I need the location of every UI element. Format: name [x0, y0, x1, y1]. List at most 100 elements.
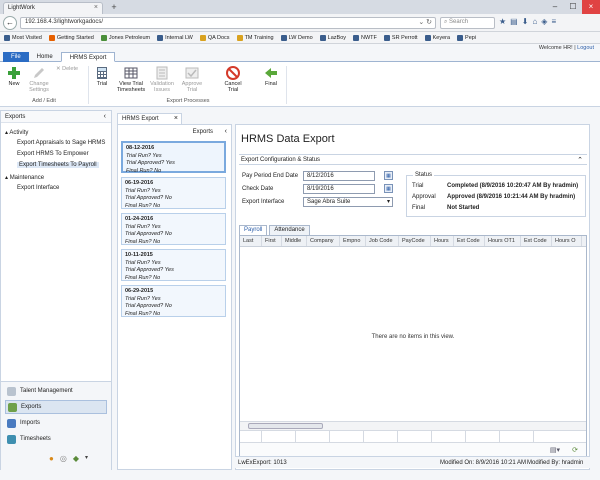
home-icon[interactable]: ⌂: [532, 17, 537, 26]
column-header[interactable]: PayCode: [399, 236, 431, 246]
pocket-icon[interactable]: ◈: [541, 17, 547, 26]
close-document-icon[interactable]: ×: [174, 115, 178, 122]
column-header[interactable]: Company: [307, 236, 340, 246]
tree-maintenance-label: Maintenance: [9, 175, 45, 181]
change-settings-button[interactable]: Change Settings: [26, 66, 52, 93]
column-header[interactable]: Last: [240, 236, 262, 246]
delete-button[interactable]: ✕ Delete: [56, 66, 86, 72]
nav-imports[interactable]: Imports: [5, 416, 107, 430]
column-header[interactable]: Hours O: [552, 236, 582, 246]
trial-button[interactable]: Trial: [92, 66, 112, 87]
browser-nav-bar: ← 192.168.4.3/lightworkgadocs/ ⌄ ↻ ⌕ Sea…: [0, 14, 600, 32]
document-tab-hrms-export[interactable]: HRMS Export ×: [117, 113, 182, 124]
tab-payroll[interactable]: Payroll: [239, 225, 268, 235]
talent-icon: [7, 386, 16, 396]
bookmark-item[interactable]: Pepi: [457, 34, 476, 41]
bookmark-star-icon[interactable]: ★: [499, 17, 506, 26]
group-add-edit: Add / Edit: [32, 98, 56, 104]
tab-file[interactable]: File: [3, 52, 29, 62]
downloads-icon[interactable]: ⬇: [522, 17, 529, 26]
window-close-icon[interactable]: ×: [582, 0, 600, 14]
chevron-up-icon[interactable]: ⌃: [577, 156, 583, 164]
bookmark-label: LW Demo: [288, 34, 313, 41]
calendar-icon[interactable]: ▦: [384, 171, 393, 180]
export-card[interactable]: 06-29-2015 Trial Run? Yes Trial Approved? …: [121, 285, 226, 317]
search-input[interactable]: ⌕ Search: [440, 17, 495, 29]
bookmark-item[interactable]: TM Training: [236, 34, 274, 41]
new-tab-button[interactable]: +: [108, 2, 120, 13]
scrollbar-thumb[interactable]: [248, 423, 323, 429]
bookmark-item[interactable]: QA Docs: [199, 34, 230, 41]
status-box: Status Trial Completed (8/9/2016 10:20:4…: [406, 172, 586, 217]
new-button[interactable]: New: [4, 66, 24, 87]
tab-home[interactable]: Home: [29, 52, 61, 62]
approve-trial-button[interactable]: Approve Trial: [178, 66, 206, 93]
export-card[interactable]: 06-19-2016 Trial Run? Yes Trial Approved? …: [121, 177, 226, 209]
column-header[interactable]: Ext Code: [521, 236, 552, 246]
tab-hrms-export[interactable]: HRMS Export: [60, 52, 116, 62]
bookmark-item[interactable]: NWTF: [353, 34, 377, 41]
export-card[interactable]: 08-12-2016 Trial Run? Yes Trial Approved? …: [121, 141, 226, 174]
cancel-trial-button[interactable]: Cancel Trial: [220, 66, 246, 93]
bookmark-item[interactable]: Most Visited: [4, 34, 42, 41]
nav-timesheets[interactable]: Timesheets: [5, 432, 107, 446]
column-header[interactable]: First: [262, 236, 282, 246]
calendar-icon[interactable]: ▦: [384, 184, 393, 193]
url-bar[interactable]: 192.168.4.3/lightworkgadocs/ ⌄ ↻: [20, 17, 436, 29]
maximize-icon[interactable]: ☐: [564, 0, 582, 14]
export-card[interactable]: 10-11-2015 Trial Run? Yes Trial Approved? …: [121, 249, 226, 281]
final-button[interactable]: Final: [260, 66, 282, 87]
reading-list-icon[interactable]: ▤: [510, 17, 518, 26]
bookmark-item[interactable]: SR Perrott: [383, 34, 418, 41]
collapse-list-icon[interactable]: ‹: [225, 128, 227, 135]
nav-label: Talent Management: [20, 388, 73, 394]
logout-link[interactable]: Logout: [577, 45, 594, 51]
column-header[interactable]: Job Code: [366, 236, 399, 246]
close-tab-icon[interactable]: ×: [94, 4, 98, 11]
menu-icon[interactable]: ≡: [551, 17, 556, 26]
column-header[interactable]: Hours: [431, 236, 454, 246]
bookmark-item[interactable]: Internal LW: [157, 34, 193, 41]
column-header[interactable]: Empno: [340, 236, 366, 246]
column-header[interactable]: Hours OT1: [485, 236, 521, 246]
minimize-icon[interactable]: –: [546, 0, 564, 14]
browser-tab[interactable]: LightWork ×: [3, 2, 103, 14]
view-trial-timesheets-button[interactable]: View Trial Timesheets: [116, 66, 146, 93]
check-date-field[interactable]: 8/19/2016: [303, 184, 375, 194]
export-card[interactable]: 01-24-2016 Trial Run? Yes Trial Approved? …: [121, 213, 226, 245]
tree-activity[interactable]: ▴ Activity: [5, 129, 28, 136]
bookmark-item[interactable]: LW Demo: [280, 34, 313, 41]
column-header[interactable]: Ext Code: [454, 236, 485, 246]
export-grid-icon[interactable]: ▤▾: [550, 446, 560, 454]
more-chevron-icon[interactable]: ▾: [85, 454, 88, 463]
horizontal-scrollbar[interactable]: [240, 421, 586, 430]
empty-grid-message: There are no items in this view.: [371, 334, 455, 340]
column-header[interactable]: Middle: [282, 236, 307, 246]
final-label: Final: [265, 81, 277, 87]
arrows-icon[interactable]: ◆: [73, 454, 79, 463]
config-section-header[interactable]: Export Configuration & Status ⌃: [239, 154, 587, 165]
tree-maintenance[interactable]: ▴ Maintenance: [5, 174, 44, 181]
nav-talent-management[interactable]: Talent Management: [5, 384, 107, 398]
tree-item-export-appraisals[interactable]: Export Appraisals to Sage HRMS: [17, 140, 105, 146]
exports-icon: [8, 402, 17, 412]
validation-issues-button[interactable]: Validation Issues: [148, 66, 176, 93]
tab-attendance[interactable]: Attendance: [269, 225, 310, 235]
nav-exports[interactable]: Exports: [5, 400, 107, 414]
tree-item-export-hrms-empower[interactable]: Export HRMS To Empower: [17, 151, 89, 157]
refresh-icon[interactable]: ⟳: [572, 446, 578, 454]
bookmark-item[interactable]: LazBoy: [319, 34, 346, 41]
bookmark-item[interactable]: Jones Petroleum: [100, 34, 150, 41]
people-icon[interactable]: ●: [49, 454, 54, 463]
bookmark-item[interactable]: Keyera: [424, 34, 450, 41]
reload-icon[interactable]: ⌄ ↻: [418, 18, 432, 26]
settings-icon[interactable]: ◎: [60, 454, 67, 463]
export-interface-select[interactable]: Sage Abra Suite ▾: [303, 197, 393, 207]
pay-period-field[interactable]: 8/12/2016: [303, 171, 375, 181]
collapse-left-icon[interactable]: ‹: [104, 113, 106, 120]
status-final-value: Not Started: [447, 205, 480, 211]
tree-item-export-interface[interactable]: Export Interface: [17, 185, 59, 191]
back-arrow-icon[interactable]: ←: [3, 16, 17, 30]
bookmark-item[interactable]: Getting Started: [48, 34, 94, 41]
tree-item-export-timesheets[interactable]: Export Timesheets To Payroll: [17, 162, 99, 168]
